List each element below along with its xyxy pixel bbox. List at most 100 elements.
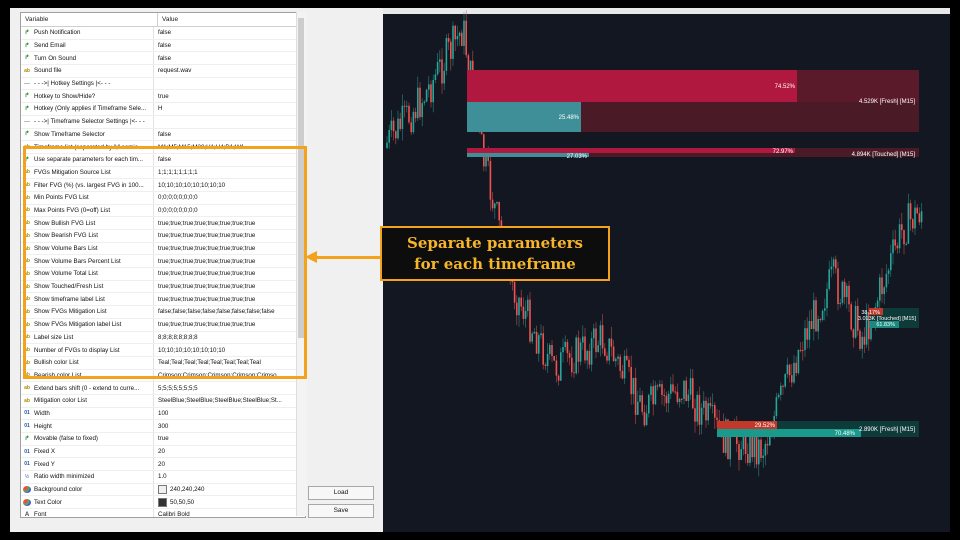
parameter-row[interactable]: ab Show Volume Bars Percent List true;true… — [21, 255, 305, 269]
parameter-row[interactable]: ab Mitigation color List SteelBlue;SteelBl… — [21, 394, 305, 408]
parameter-row[interactable]: ab Bearish color List Crimson;Crimson;Crim… — [21, 369, 305, 383]
parameter-row[interactable]: ↱ Turn On Sound false — [21, 52, 305, 66]
parameter-name: Movable (false to fixed) — [34, 435, 98, 443]
parameter-value-cell[interactable]: 0;0;0;0;0;0;0;0 — [154, 205, 305, 217]
parameter-value-cell[interactable]: Teal;Teal;Teal;Teal;Teal;Teal;Teal;Teal — [154, 357, 305, 369]
parameter-row[interactable]: ab Bullish color List Teal;Teal;Teal;Teal;… — [21, 356, 305, 370]
parameter-row[interactable]: 01 Width 100 — [21, 407, 305, 421]
parameter-row[interactable]: ↱ Show Timeframe Selector false — [21, 128, 305, 142]
parameter-row[interactable]: ab Min Points FVG List 0;0;0;0;0;0;0;0 — [21, 191, 305, 205]
parameter-row[interactable]: — - - ->| Hotkey Settings |<- - - — [21, 77, 305, 91]
parameter-value-cell[interactable]: true;true;true;true;true;true;true;true — [154, 230, 305, 242]
parameter-row[interactable]: ab Show Volume Bars List true;true;true;tr… — [21, 242, 305, 256]
parameter-value-cell[interactable]: SteelBlue;SteelBlue;SteelBlue;SteelBlue;… — [154, 395, 305, 407]
parameter-value-cell[interactable]: true;true;true;true;true;true;true;true — [154, 293, 305, 305]
parameter-row[interactable]: ab Label size List 8;8;8;8;8;8;8;8 — [21, 331, 305, 345]
parameter-value-cell[interactable]: 10;10;10;10;10;10;10;10 — [154, 179, 305, 191]
parameter-value-cell[interactable]: request.wav — [154, 65, 305, 77]
candle-body — [769, 436, 771, 446]
color-swatch[interactable] — [158, 497, 167, 507]
parameter-value-cell[interactable]: 100 — [154, 408, 305, 420]
parameter-value-cell[interactable]: 0;0;0;0;0;0;0;0 — [154, 192, 305, 204]
parameter-value-cell[interactable]: Crimson;Crimson;Crimson;Crimson;Crimso..… — [154, 370, 305, 382]
parameter-row[interactable]: Text Color 50,50,50 — [21, 496, 305, 510]
candle-body — [854, 305, 857, 338]
parameter-row[interactable]: ↱ Use separate parameters for each tim...… — [21, 153, 305, 167]
parameter-row[interactable]: ab Show FVGs Mitigation List false;false;f… — [21, 306, 305, 319]
parameter-row[interactable]: ab Timeframe list (separated by ";" semic… — [21, 141, 305, 154]
parameter-value-cell[interactable]: true;true;true;true;true;true;true;true — [154, 243, 305, 255]
candle-body — [692, 378, 694, 409]
parameter-row[interactable]: ab FVGs Mitigation Source List 1;1;1;1;1;1… — [21, 166, 305, 180]
save-button[interactable]: Save — [308, 504, 374, 518]
parameter-row[interactable]: ½ Ratio width minimized 1.0 — [21, 471, 305, 484]
parameter-row[interactable]: ab Show Bearish FVG List true;true;true;tr… — [21, 230, 305, 243]
parameter-row[interactable]: ↱ Hotkey (Only applies if Timeframe Sele.… — [21, 103, 305, 116]
candle-body — [386, 142, 388, 148]
parameter-value-cell[interactable] — [154, 78, 305, 90]
parameter-value-cell[interactable]: 50,50,50 — [154, 496, 305, 508]
load-button[interactable]: Load — [308, 486, 374, 500]
parameter-value-cell[interactable]: true;true;true;true;true;true;true;true — [154, 217, 305, 229]
parameter-value-cell[interactable]: 300 — [154, 420, 305, 432]
parameter-row[interactable]: ab Show Volume Total List true;true;true;t… — [21, 268, 305, 281]
parameter-row[interactable]: ab Extend bars shift (0 - extend to curre… — [21, 382, 305, 395]
parameter-row[interactable]: ab Show FVGs Mitigation label List true;tr… — [21, 318, 305, 332]
parameter-value-cell[interactable]: false — [154, 40, 305, 52]
parameter-row[interactable]: 01 Fixed X 20 — [21, 445, 305, 459]
parameter-value-cell[interactable]: H — [154, 103, 305, 115]
parameter-value-cell[interactable]: true — [154, 433, 305, 445]
parameter-row[interactable]: ab Max Points FVG (0=off) List 0;0;0;0;0;0… — [21, 204, 305, 218]
parameter-row[interactable]: 01 Fixed Y 20 — [21, 458, 305, 472]
parameter-row[interactable]: ↱ Push Notification false — [21, 27, 305, 40]
parameter-row[interactable]: ab Show Touched/Fresh List true;true;true;… — [21, 280, 305, 294]
parameter-value-cell[interactable]: 240,240,240 — [154, 484, 305, 496]
parameter-name-cell: ↱ Turn On Sound — [21, 52, 154, 65]
parameter-row[interactable]: — - - ->| Timeframe Selector Settings |<-… — [21, 115, 305, 129]
parameter-value-cell[interactable]: false — [154, 27, 305, 39]
parameter-row[interactable]: ↱ Hotkey to Show/Hide? true — [21, 90, 305, 104]
parameter-name-cell: Background color — [21, 483, 154, 496]
candle-body — [837, 268, 839, 305]
candle-body — [817, 319, 819, 332]
parameter-row[interactable]: ab Sound file request.wav — [21, 65, 305, 78]
parameter-value-cell[interactable]: true;true;true;true;true;true;true;true — [154, 319, 305, 331]
parameter-value-cell[interactable] — [154, 116, 305, 128]
parameter-value-cell[interactable]: true — [154, 90, 305, 102]
parameter-value: M1;M5;M15;M30;H1;H4;D1;W1 — [158, 143, 245, 151]
parameter-value-cell[interactable]: false — [154, 52, 305, 64]
parameter-row[interactable]: Background color 240,240,240 — [21, 483, 305, 497]
parameter-value-cell[interactable]: 1;1;1;1;1;1;1;1 — [154, 167, 305, 179]
parameter-value-cell[interactable]: Calibri Bold — [154, 509, 305, 517]
parameter-row[interactable]: 01 Height 300 — [21, 420, 305, 433]
scrollbar-thumb[interactable] — [298, 18, 304, 338]
parameter-value-cell[interactable]: 1.0 — [154, 471, 305, 483]
parameter-value-cell[interactable]: true;true;true;true;true;true;true;true — [154, 281, 305, 293]
parameter-value-cell[interactable]: 20 — [154, 446, 305, 458]
parameter-name: Show timeframe label List — [34, 295, 105, 303]
parameter-value-cell[interactable]: 20 — [154, 458, 305, 470]
candle-body — [489, 160, 492, 200]
parameter-row[interactable]: ↱ Send Email false — [21, 39, 305, 53]
color-swatch[interactable] — [158, 485, 167, 495]
parameter-row[interactable]: ↱ Movable (false to fixed) true — [21, 433, 305, 446]
parameter-value-cell[interactable]: 8;8;8;8;8;8;8;8 — [154, 332, 305, 344]
parameter-value-cell[interactable]: M1;M5;M15;M30;H1;H4;D1;W1 — [154, 141, 305, 153]
column-value[interactable]: Value — [158, 13, 178, 26]
candle-body — [540, 333, 542, 336]
parameter-value-cell[interactable]: 10;10;10;10;10;10;10;10 — [154, 344, 305, 356]
parameter-value-cell[interactable]: false — [154, 154, 305, 166]
parameter-value-cell[interactable]: true;true;true;true;true;true;true;true — [154, 268, 305, 280]
parameter-value-cell[interactable]: true;true;true;true;true;true;true;true — [154, 255, 305, 267]
parameter-value-cell[interactable]: 5;5;5;5;5;5;5;5 — [154, 382, 305, 394]
parameter-value-cell[interactable]: false;false;false;false;false;false;fals… — [154, 306, 305, 318]
parameter-row[interactable]: ab Number of FVGs to display List 10;10;10… — [21, 344, 305, 357]
parameter-row[interactable]: ab Show timeframe label List true;true;tru… — [21, 293, 305, 307]
column-variable[interactable]: Variable — [21, 13, 158, 26]
parameter-value-cell[interactable]: false — [154, 129, 305, 141]
fvg1-zone-fill-2 — [581, 102, 919, 132]
parameter-row[interactable]: ab Show Bullish FVG List true;true;true;tr… — [21, 217, 305, 230]
parameter-value: true;true;true;true;true;true;true;true — [158, 283, 256, 291]
parameter-row[interactable]: A Font Calibri Bold — [21, 509, 305, 517]
parameter-row[interactable]: ab Filter FVG (%) (vs. largest FVG in 100… — [21, 179, 305, 192]
